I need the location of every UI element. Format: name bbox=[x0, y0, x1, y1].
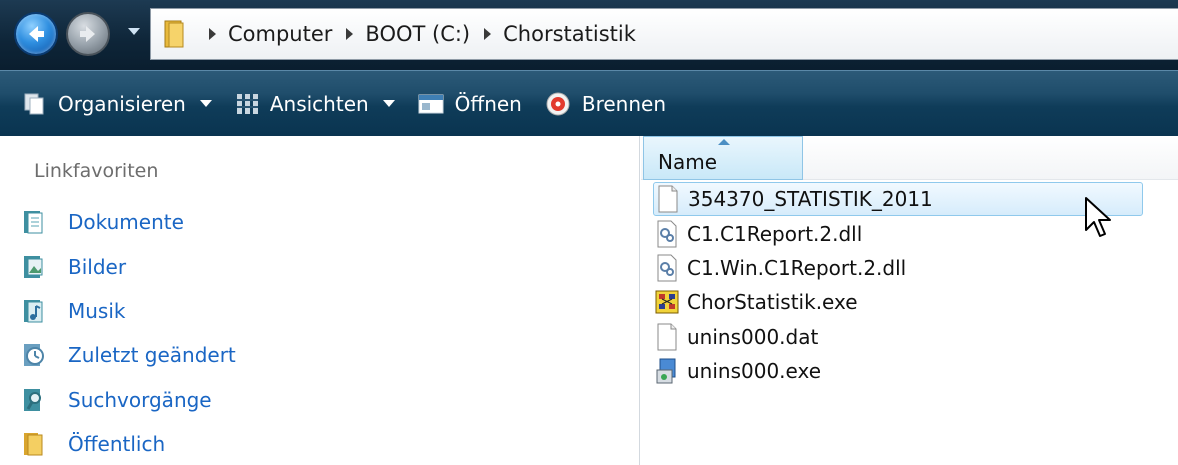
sort-ascending-icon bbox=[718, 139, 730, 145]
documents-icon bbox=[24, 211, 43, 234]
file-row[interactable]: C1.Win.C1Report.2.dll bbox=[653, 251, 1143, 285]
breadcrumb-separator-icon[interactable] bbox=[484, 28, 492, 40]
file-name: C1.Win.C1Report.2.dll bbox=[687, 255, 907, 280]
app-exe-icon bbox=[655, 290, 679, 314]
blank-file-icon bbox=[658, 185, 678, 213]
mouse-cursor-icon bbox=[1085, 197, 1111, 237]
favorite-music[interactable]: Musik bbox=[20, 289, 236, 333]
breadcrumb: Computer BOOT (C:) Chorstatistik bbox=[195, 9, 636, 59]
favorites-header: Linkfavoriten bbox=[34, 160, 159, 182]
file-name: unins000.exe bbox=[687, 359, 822, 384]
installer-exe-icon bbox=[656, 358, 676, 384]
favorite-pictures[interactable]: Bilder bbox=[20, 244, 236, 288]
views-button[interactable]: Ansichten bbox=[234, 91, 395, 117]
address-bar[interactable]: Computer BOOT (C:) Chorstatistik bbox=[150, 8, 1178, 60]
favorite-searches[interactable]: Suchvorgänge bbox=[20, 378, 236, 422]
command-bar: Organisieren Ansichten Öffnen Brennen bbox=[0, 70, 1178, 136]
file-list: 354370_STATISTIK_2011 C1.C1Report.2.dll … bbox=[653, 182, 1143, 388]
navigation-pane: Linkfavoriten Dokumente Bilder Musik Zul… bbox=[0, 136, 640, 465]
blank-file-icon bbox=[657, 323, 677, 351]
breadcrumb-drive[interactable]: BOOT (C:) bbox=[365, 22, 470, 46]
favorite-public[interactable]: Öffentlich bbox=[20, 422, 236, 465]
recent-icon bbox=[24, 344, 44, 367]
dll-file-icon bbox=[657, 220, 677, 248]
column-header-name[interactable]: Name bbox=[643, 136, 803, 180]
column-header-label: Name bbox=[658, 150, 718, 174]
open-button[interactable]: Öffnen bbox=[417, 92, 522, 116]
views-label: Ansichten bbox=[269, 91, 369, 116]
favorites-list: Dokumente Bilder Musik Zuletzt geändert … bbox=[20, 200, 236, 465]
open-label: Öffnen bbox=[454, 91, 522, 116]
views-icon bbox=[236, 93, 258, 114]
searches-icon bbox=[24, 388, 41, 411]
chevron-down-icon bbox=[382, 100, 395, 107]
dll-file-icon bbox=[657, 254, 677, 282]
organize-button[interactable]: Organisieren bbox=[22, 91, 212, 117]
breadcrumb-computer[interactable]: Computer bbox=[228, 22, 332, 46]
file-name: ChorStatistik.exe bbox=[687, 290, 858, 315]
favorite-label: Musik bbox=[68, 298, 126, 323]
history-dropdown-icon[interactable] bbox=[128, 28, 140, 35]
file-row[interactable]: unins000.dat bbox=[653, 320, 1143, 354]
public-folder-icon bbox=[24, 433, 43, 456]
pictures-icon bbox=[24, 255, 43, 278]
file-name: unins000.dat bbox=[687, 324, 819, 349]
open-window-icon bbox=[418, 94, 444, 113]
back-arrow-icon bbox=[29, 26, 44, 42]
favorite-label: Dokumente bbox=[68, 210, 184, 235]
file-row[interactable]: C1.C1Report.2.dll bbox=[653, 216, 1143, 250]
address-strip: Computer BOOT (C:) Chorstatistik bbox=[0, 0, 1178, 70]
favorite-label: Öffentlich bbox=[68, 432, 166, 457]
burn-disc-icon bbox=[546, 92, 570, 115]
burn-label: Brennen bbox=[581, 91, 666, 116]
breadcrumb-folder[interactable]: Chorstatistik bbox=[503, 22, 636, 46]
column-header-bar: Name bbox=[641, 136, 1178, 180]
file-row[interactable]: ChorStatistik.exe bbox=[653, 285, 1143, 319]
organize-icon bbox=[24, 93, 44, 114]
file-row-selected[interactable]: 354370_STATISTIK_2011 bbox=[653, 182, 1143, 217]
favorite-recent[interactable]: Zuletzt geändert bbox=[20, 333, 236, 377]
forward-arrow-icon bbox=[80, 26, 95, 42]
favorite-label: Suchvorgänge bbox=[68, 387, 212, 412]
file-row[interactable]: unins000.exe bbox=[653, 354, 1143, 388]
favorite-documents[interactable]: Dokumente bbox=[20, 200, 236, 244]
burn-button[interactable]: Brennen bbox=[544, 90, 666, 118]
file-name: C1.C1Report.2.dll bbox=[687, 221, 863, 246]
file-name: 354370_STATISTIK_2011 bbox=[688, 187, 933, 212]
breadcrumb-separator-icon[interactable] bbox=[346, 28, 354, 40]
favorite-label: Bilder bbox=[68, 254, 127, 279]
forward-button[interactable] bbox=[66, 12, 110, 56]
organize-label: Organisieren bbox=[58, 91, 186, 116]
back-button[interactable] bbox=[14, 12, 58, 56]
favorite-label: Zuletzt geändert bbox=[68, 343, 236, 368]
file-list-pane: Name 354370_STATISTIK_2011 C1.C1Report.2… bbox=[641, 136, 1178, 465]
chevron-down-icon bbox=[199, 100, 212, 107]
breadcrumb-separator-icon[interactable] bbox=[209, 28, 216, 40]
music-icon bbox=[24, 299, 43, 323]
folder-icon bbox=[164, 20, 184, 48]
